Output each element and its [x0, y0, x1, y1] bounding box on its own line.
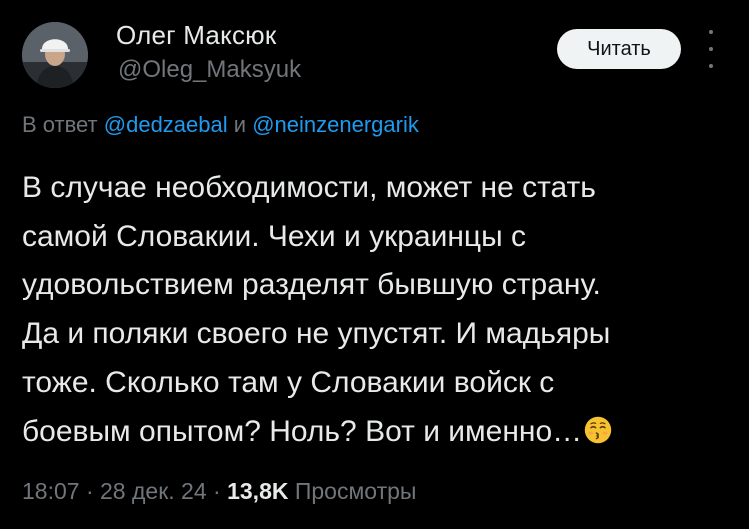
tweet-card: Олег Максюк @Oleg_Maksyuk Читать В ответ… [0, 0, 749, 529]
more-vertical-icon[interactable] [704, 30, 718, 68]
tweet-meta: 18:07 · 28 дек. 24 · 13,8K Просмотры [22, 478, 416, 505]
views-label: Просмотры [294, 478, 417, 504]
tweet-text-line: боевым опытом? Ноль? Вот и именно… [22, 414, 583, 448]
tweet-text-line: тоже. Сколько там у Словакии войск с [22, 365, 555, 399]
reply-conjunction: и [233, 112, 247, 137]
reply-prefix: В ответ [22, 112, 98, 137]
kissing-face-icon [584, 416, 612, 443]
tweet-time[interactable]: 18:07 [22, 478, 80, 504]
views-count: 13,8K [227, 478, 289, 504]
tweet-text-line: В случае необходимости, может не стать [22, 171, 596, 204]
more-dot [709, 30, 713, 34]
tweet-text-line: Да и поляки своего не упустят. И мадьяры [22, 317, 611, 351]
more-dot [709, 64, 713, 68]
tweet-text-line: самой Словакии. Чехи и украинцы с [22, 219, 526, 253]
follow-button[interactable]: Читать [557, 29, 681, 69]
tweet-text: В случае необходимости, может не стать с… [22, 164, 737, 456]
more-dot [709, 47, 713, 51]
mention-link-1[interactable]: @dedzaebal [104, 112, 228, 137]
reply-context: В ответ @dedzaebal и @neinzenergarik [22, 112, 419, 138]
author-name[interactable]: Олег Максюк [116, 20, 276, 51]
avatar-photo-icon [22, 22, 88, 88]
tweet-text-line-last: боевым опытом? Ноль? Вот и именно… [22, 408, 737, 457]
tweet-text-line: удовольствием разделят бывшую страну. [22, 268, 601, 302]
author-handle[interactable]: @Oleg_Maksyuk [118, 56, 301, 84]
meta-separator: · [213, 478, 221, 504]
avatar[interactable] [22, 22, 88, 88]
meta-separator: · [85, 478, 94, 504]
tweet-date[interactable]: 28 дек. 24 [100, 478, 207, 504]
mention-link-2[interactable]: @neinzenergarik [252, 112, 419, 137]
